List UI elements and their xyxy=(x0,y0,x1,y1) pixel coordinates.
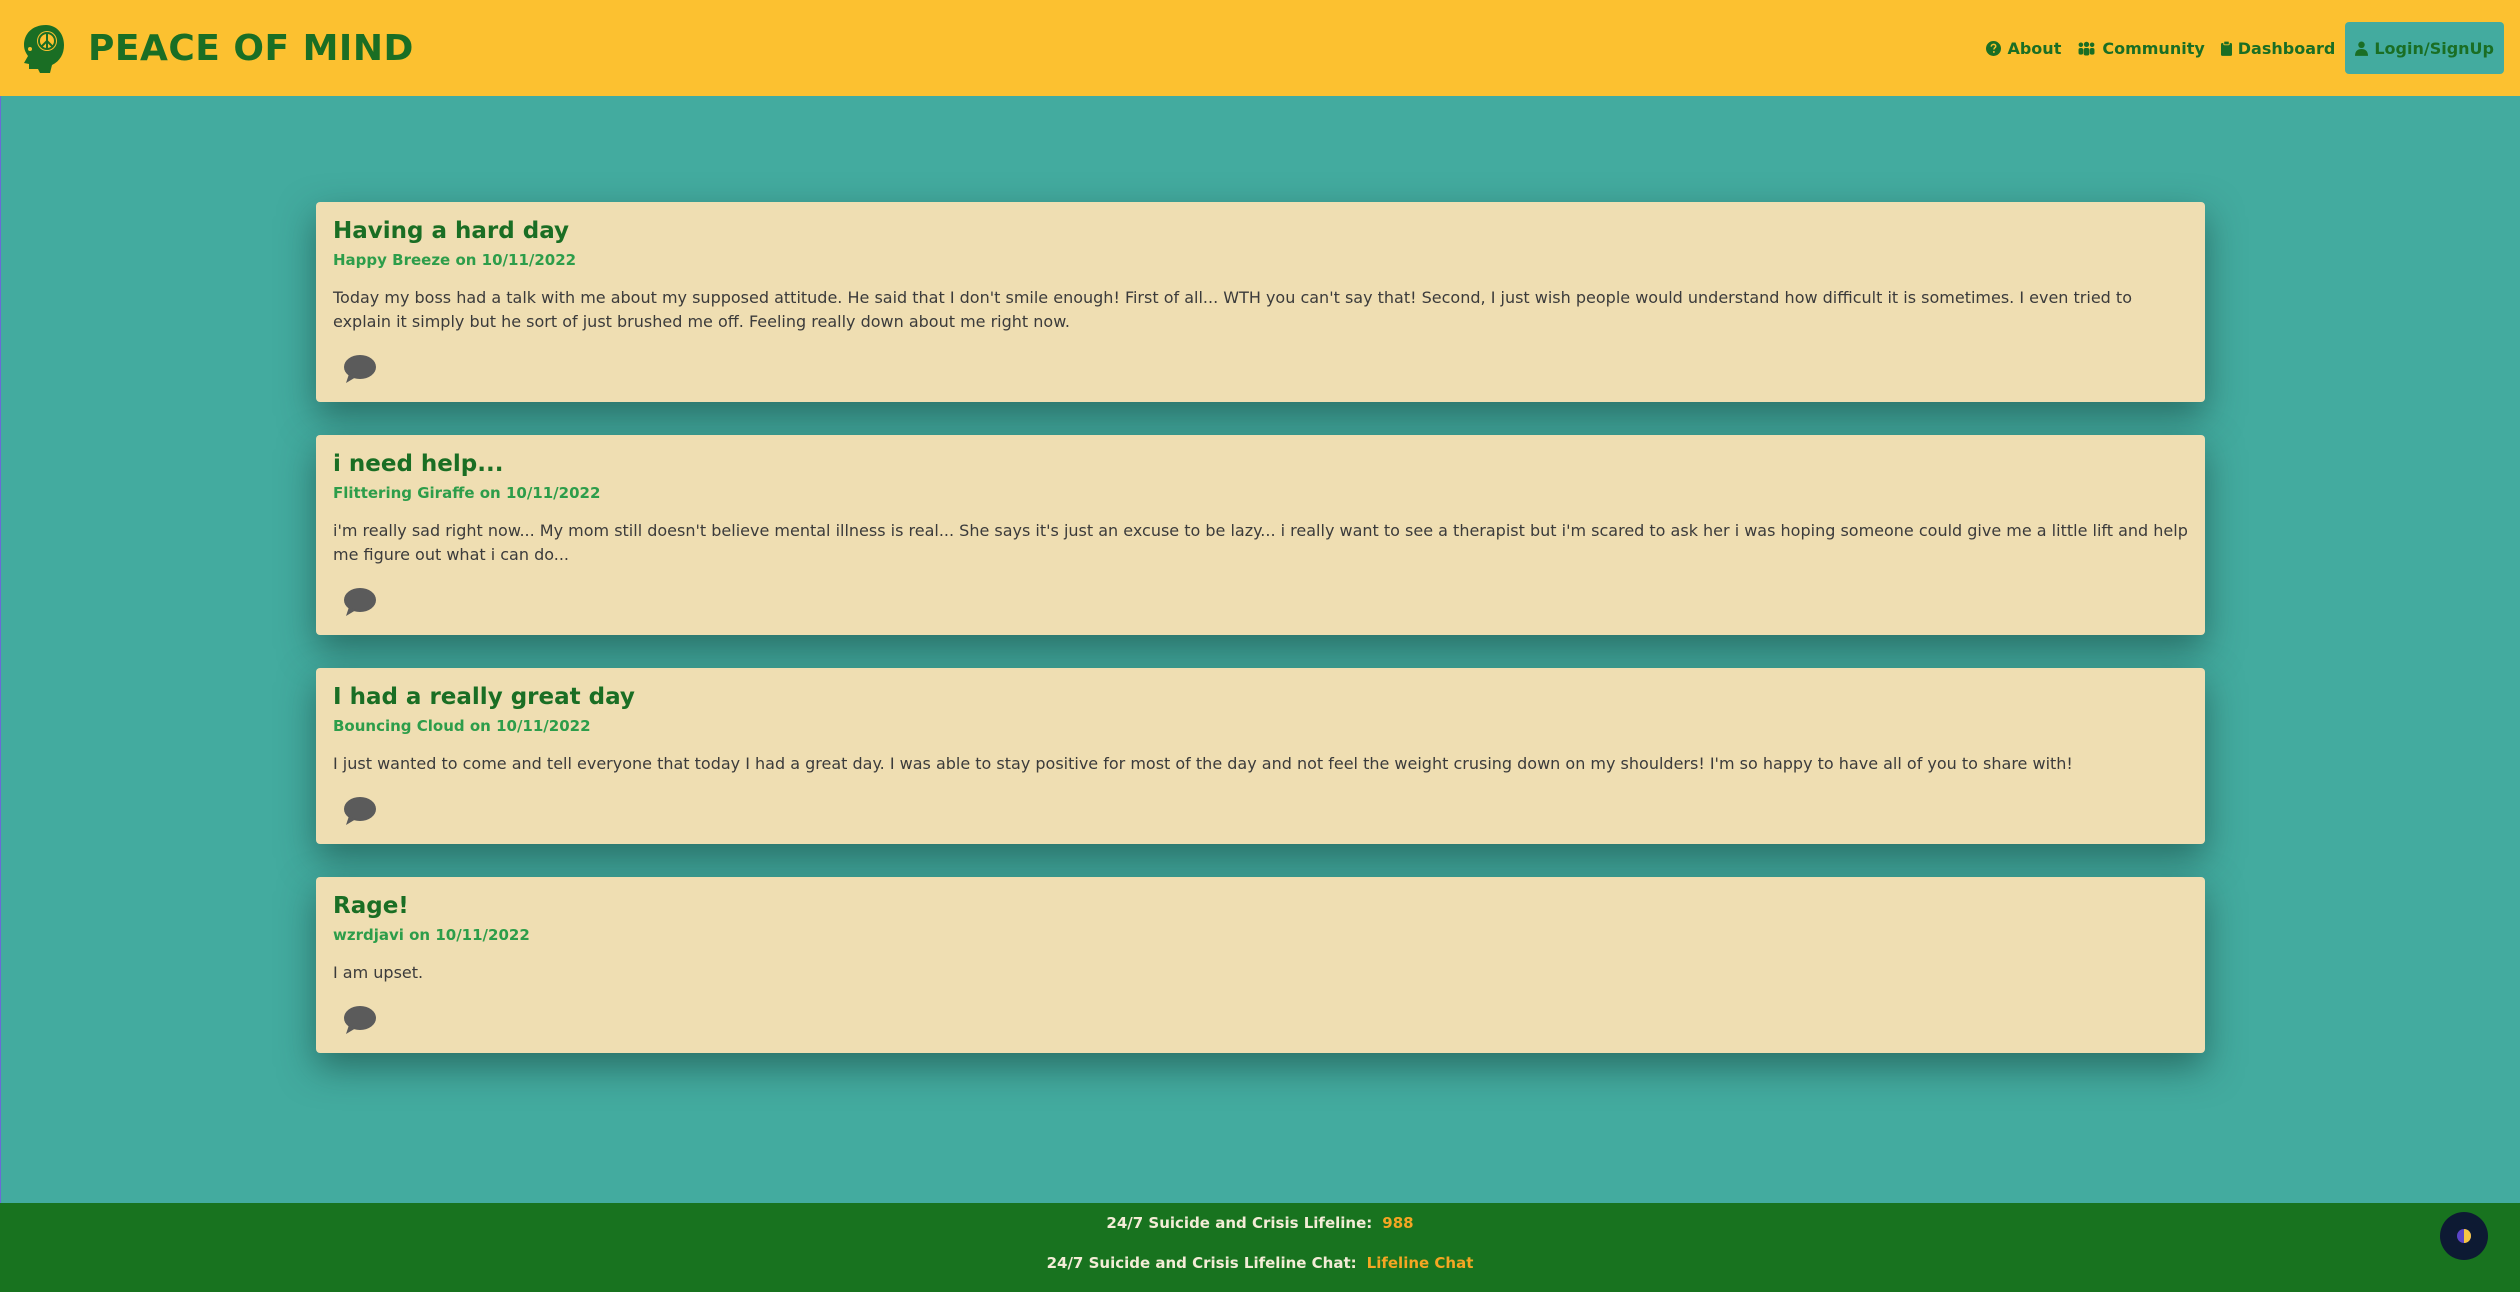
half-moon-icon xyxy=(2457,1229,2471,1243)
top-navbar: PEACE OF MIND About Community Dashboard … xyxy=(0,0,2520,96)
lifeline-chat-line: 24/7 Suicide and Crisis Lifeline Chat: Li… xyxy=(0,1254,2520,1272)
nav-community-label: Community xyxy=(2102,38,2205,58)
post-card: i need help... Flittering Giraffe on 10/… xyxy=(316,435,2205,635)
post-title: Rage! xyxy=(333,893,409,919)
post-title: i need help... xyxy=(333,451,504,477)
community-feed: Having a hard day Happy Breeze on 10/11/… xyxy=(316,202,2205,1086)
person-icon xyxy=(2355,41,2369,56)
brand[interactable]: PEACE OF MIND xyxy=(16,21,414,75)
post-body: I just wanted to come and tell everyone … xyxy=(333,754,2073,773)
clipboard-icon xyxy=(2220,40,2232,56)
nav-community[interactable]: Community xyxy=(2069,23,2212,73)
comment-bubble-icon[interactable] xyxy=(343,796,377,826)
page-left-edge xyxy=(0,96,1,1203)
lifeline-number-link[interactable]: 988 xyxy=(1382,1214,1413,1232)
post-card: I had a really great day Bouncing Cloud … xyxy=(316,668,2205,844)
nav-dashboard-label: Dashboard xyxy=(2237,38,2336,58)
comment-bubble-icon[interactable] xyxy=(343,1005,377,1035)
post-card: Rage! wzrdjavi on 10/11/2022 I am upset. xyxy=(316,877,2205,1053)
nav-login-signup-label: Login/SignUp xyxy=(2374,38,2494,58)
lifeline-chat-link[interactable]: Lifeline Chat xyxy=(1367,1254,1474,1272)
nav-login-signup-button[interactable]: Login/SignUp xyxy=(2345,22,2504,74)
post-author-date: Happy Breeze on 10/11/2022 xyxy=(333,251,577,269)
comment-bubble-icon[interactable] xyxy=(343,354,377,384)
main-nav: About Community Dashboard Login/SignUp xyxy=(1978,0,2504,96)
post-body: Today my boss had a talk with me about m… xyxy=(333,288,2132,331)
head-peace-logo-icon xyxy=(24,25,64,73)
footer: 24/7 Suicide and Crisis Lifeline: 988 24/… xyxy=(0,1203,2520,1292)
post-author-date: Flittering Giraffe on 10/11/2022 xyxy=(333,484,601,502)
nav-about-label: About xyxy=(2007,38,2062,58)
nav-about[interactable]: About xyxy=(1978,23,2069,73)
question-circle-icon xyxy=(1986,40,2002,56)
theme-toggle-button[interactable] xyxy=(2440,1212,2488,1260)
lifeline-chat-label: 24/7 Suicide and Crisis Lifeline Chat: xyxy=(1046,1254,1357,1272)
post-title: Having a hard day xyxy=(333,218,569,244)
post-body: i'm really sad right now... My mom still… xyxy=(333,521,2188,564)
post-body: I am upset. xyxy=(333,963,424,982)
post-title: I had a really great day xyxy=(333,684,635,710)
lifeline-label: 24/7 Suicide and Crisis Lifeline: xyxy=(1106,1214,1373,1232)
brand-name: PEACE OF MIND xyxy=(88,27,414,69)
comment-bubble-icon[interactable] xyxy=(343,587,377,617)
nav-dashboard[interactable]: Dashboard xyxy=(2213,23,2344,73)
lifeline-line: 24/7 Suicide and Crisis Lifeline: 988 xyxy=(0,1214,2520,1232)
post-card: Having a hard day Happy Breeze on 10/11/… xyxy=(316,202,2205,402)
post-author-date: wzrdjavi on 10/11/2022 xyxy=(333,926,530,944)
people-icon xyxy=(2078,41,2095,56)
post-author-date: Bouncing Cloud on 10/11/2022 xyxy=(333,717,591,735)
